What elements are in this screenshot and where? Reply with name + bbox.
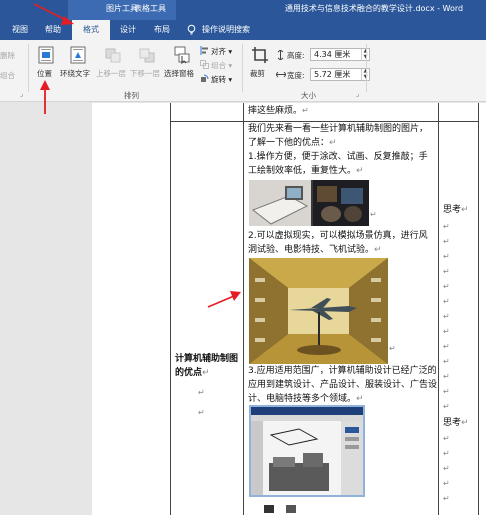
paragraph-mark: ↵ (443, 387, 450, 396)
paragraph-mark: ↵ (389, 344, 396, 353)
paragraph-mark: ↵ (443, 479, 450, 488)
text-think-1[interactable]: 思考↵ (443, 203, 469, 217)
bring-forward-label: 上移一层 (96, 69, 126, 78)
paragraph-mark: ↵ (443, 357, 450, 366)
align-button[interactable]: 对齐 ▾ (200, 46, 232, 57)
left-dialog-launcher[interactable]: ⌟ (20, 90, 23, 98)
paragraph-mark: ↵ (443, 464, 450, 473)
table-border (438, 103, 439, 515)
selection-pane-label: 选择窗格 (164, 69, 194, 78)
text-point-1[interactable]: 1.操作方便，便于涂改、试画、反复推敲；手工绘制效率低，重复性大。↵ (248, 150, 436, 178)
bring-forward-icon (105, 48, 121, 63)
crop-icon (252, 47, 268, 63)
context-tab-table-tools: 表格工具 (134, 4, 166, 13)
rotate-icon (201, 74, 209, 82)
paragraph-mark: ↵ (443, 222, 450, 231)
cad-software-photo[interactable] (249, 405, 365, 497)
lightbulb-icon[interactable] (186, 24, 197, 35)
height-input[interactable]: 4.34 厘米 ▲▼ (310, 48, 370, 61)
group-icon (200, 60, 209, 69)
group-button[interactable]: 组合 ▾ (200, 60, 232, 71)
paragraph-mark: ↵ (443, 282, 450, 291)
crop-button[interactable]: 裁剪 (248, 44, 272, 88)
paragraph-mark: ↵ (443, 449, 450, 458)
selection-pane-icon (174, 46, 190, 64)
annotation-arrow-image (207, 291, 241, 308)
ribbon-left-item-delete[interactable]: 删除 (0, 50, 15, 61)
tell-me-search[interactable]: 操作说明搜索 (202, 20, 250, 40)
text-intro[interactable]: 我们先来看一看一些计算机辅助制图的图片，了解一下他的优点：↵ (248, 122, 436, 150)
group-label: 组合 (211, 61, 226, 70)
ribbon-left-item-group[interactable]: 组合 (0, 70, 15, 81)
table-border (478, 103, 479, 515)
bring-forward-button[interactable]: 上移一层 (96, 44, 130, 88)
width-value: 5.72 厘米 (314, 70, 351, 79)
width-spinner[interactable]: ▲▼ (361, 68, 369, 80)
table-border (170, 103, 171, 515)
paragraph-mark: ↵ (198, 408, 205, 417)
width-icon (276, 71, 286, 78)
document-title: 通用技术与信息技术融合的教学设计.docx - Word (284, 4, 464, 13)
paragraph-mark: ↵ (443, 297, 450, 306)
height-icon (277, 50, 284, 60)
paragraph-mark: ↵ (443, 494, 450, 503)
selection-pane-button[interactable]: 选择窗格 (164, 44, 200, 88)
paragraph-mark: ↵ (370, 210, 377, 219)
annotation-arrow-position (40, 80, 50, 114)
ribbon-format: 删除 组合 位置 环绕文字 上移一层 下移一层 选择窗格 对齐 ▾ 组合 ▾ 旋… (0, 40, 486, 102)
paragraph-mark: ↵ (443, 402, 450, 411)
wind-tunnel-photo[interactable] (249, 258, 388, 364)
send-backward-button[interactable]: 下移一层 (130, 44, 164, 88)
paragraph-mark: ↵ (443, 327, 450, 336)
crop-label: 裁剪 (250, 69, 265, 78)
position-label: 位置 (37, 69, 52, 78)
size-group-label: 大小 (301, 91, 316, 100)
width-label: 宽度: (287, 71, 305, 80)
paragraph-mark: ↵ (198, 388, 205, 397)
rotate-button[interactable]: 旋转 ▾ (200, 74, 232, 85)
align-icon (200, 46, 208, 55)
paragraph-mark: ↵ (443, 342, 450, 351)
partial-photo[interactable] (258, 503, 310, 515)
position-icon (38, 46, 54, 64)
annotation-arrow-format-tab (33, 3, 74, 25)
size-dialog-launcher[interactable]: ⌟ (356, 90, 359, 98)
height-value: 4.34 厘米 (314, 50, 351, 59)
wrap-text-icon (70, 46, 86, 64)
tab-design[interactable]: 设计 (112, 20, 144, 40)
text-top-line[interactable]: 摔这些麻烦。↵ (248, 104, 309, 118)
text-think-2[interactable]: 思考↵ (443, 416, 469, 430)
arrange-group-label: 排列 (124, 91, 139, 100)
text-point-3[interactable]: 3.应用适用范围广，计算机辅助设计已经广泛的应用到建筑设计、产品设计、服装设计、… (248, 364, 438, 406)
height-spinner[interactable]: ▲▼ (361, 48, 369, 60)
width-input[interactable]: 5.72 厘米 ▲▼ (310, 68, 370, 81)
paragraph-mark: ↵ (443, 267, 450, 276)
send-backward-icon (139, 48, 155, 63)
table-border (243, 103, 244, 515)
paragraph-mark: ↵ (443, 312, 450, 321)
cell-heading-cad-advantages[interactable]: 计算机辅助制图的优点↵ (175, 352, 243, 380)
wrap-text-label: 环绕文字 (60, 69, 90, 78)
paragraph-mark: ↵ (443, 372, 450, 381)
rotate-label: 旋转 (211, 75, 226, 84)
text-point-2[interactable]: 2.可以虚拟现实，可以模拟场景仿真，进行风洞试验、电影特技、飞机试验。↵ (248, 229, 436, 257)
design-work-photo[interactable] (249, 180, 369, 226)
paragraph-mark: ↵ (443, 252, 450, 261)
align-label: 对齐 (211, 47, 226, 56)
paragraph-mark: ↵ (443, 237, 450, 246)
height-label: 高度: (287, 51, 305, 60)
wrap-text-button[interactable]: 环绕文字 (60, 44, 96, 88)
tab-layout[interactable]: 布局 (146, 20, 178, 40)
send-backward-label: 下移一层 (130, 69, 160, 78)
paragraph-mark: ↵ (443, 434, 450, 443)
